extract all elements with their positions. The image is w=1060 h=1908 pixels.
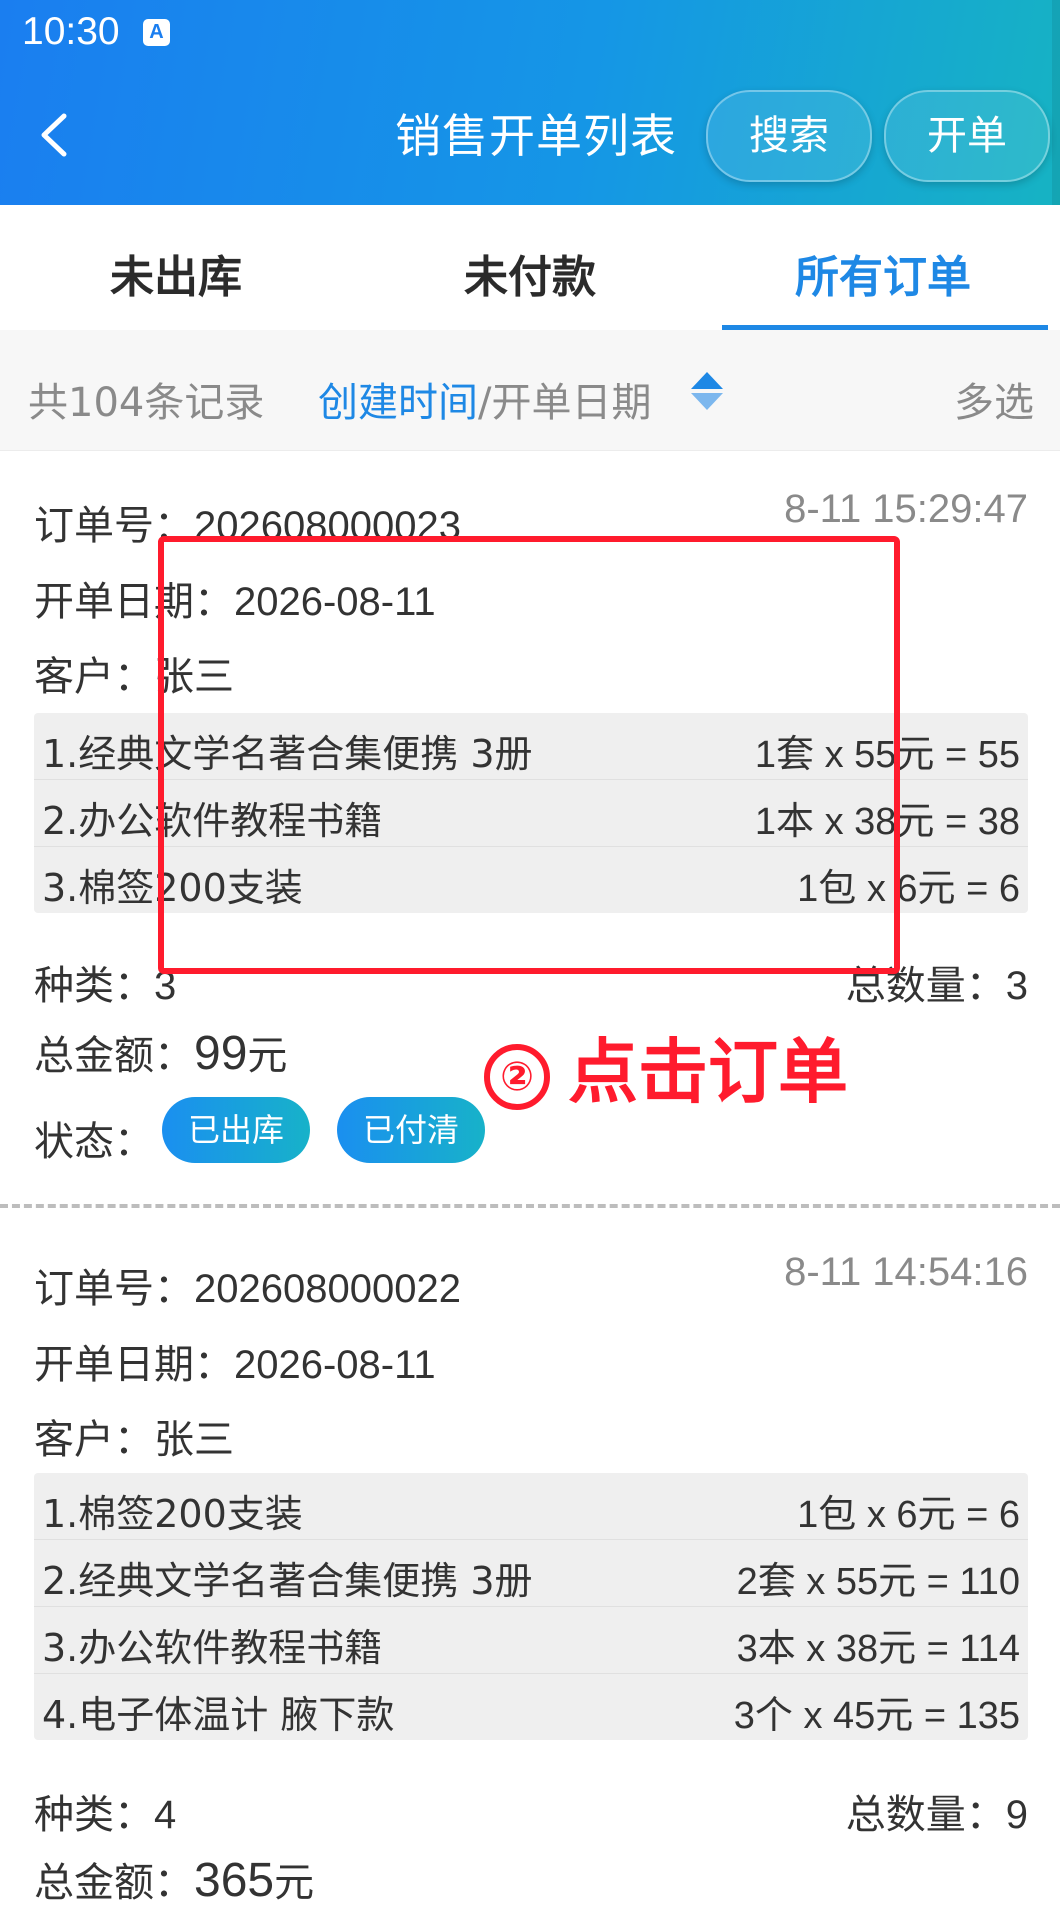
kinds-line: 种类：4 [34,1792,177,1838]
order-number: 202608000022 [194,1267,461,1311]
customer-line: 客户：张三 [34,1417,234,1463]
highlight-box [158,536,900,974]
list-item: 2.经典文学名著合集便携 3册 2套 x 55元 = 110 [34,1540,1028,1607]
sort-option-open-date[interactable]: 开单日期 [491,380,651,426]
total-amount-line: 总金额：99元 [34,1027,288,1080]
order-number-line: 订单号：202608000022 [34,1266,461,1312]
total-quantity: 9 [1005,1793,1028,1837]
amount-unit: 元 [274,1860,315,1906]
order-tabs: 未出库 未付款 所有订单 [0,205,1060,330]
list-item: 1.棉签200支装 1包 x 6元 = 6 [34,1473,1028,1540]
total-amount-line: 总金额：365元 [34,1854,315,1907]
item-list: 1.棉签200支装 1包 x 6元 = 6 2.经典文学名著合集便携 3册 2套… [34,1473,1028,1740]
notification-app-icon: A [143,19,170,46]
total-quantity: 3 [1005,964,1028,1008]
item-name: 4.电子体温计 腋下款 [42,1693,395,1737]
page-title: 销售开单列表 [395,109,677,163]
step-number: ② [484,1043,550,1110]
total-quantity-line: 总数量：9 [845,1792,1028,1838]
multi-select-button[interactable]: 多选 [954,370,1034,428]
status-time: 10:30 [22,10,120,53]
total-amount: 99 [194,1027,248,1080]
order-created-time: 8-11 15:29:47 [784,487,1028,531]
item-name: 3.办公软件教程书籍 [42,1626,383,1670]
app-header: 10:30 A 销售开单列表 搜索 开单 [0,0,1060,205]
status-badge-paid: 已付清 [337,1097,485,1163]
order-created-time: 8-11 14:54:16 [784,1250,1028,1294]
sort-selector[interactable]: 创建时间/开单日期 [318,370,651,428]
tab-unpaid[interactable]: 未付款 [464,241,596,305]
tab-all-orders[interactable]: 所有订单 [795,241,971,305]
item-calc: 1包 x 6元 = 6 [797,1494,1020,1536]
back-arrow-icon[interactable] [34,110,74,160]
order-card[interactable]: 订单号：202608000022 8-11 14:54:16 开单日期：2026… [0,1210,1060,1907]
item-calc: 3个 x 45元 = 135 [733,1695,1020,1737]
kinds-line: 种类：3 [34,963,177,1009]
tab-unshipped[interactable]: 未出库 [110,241,242,305]
status-label: 状态： [34,1119,154,1165]
card-divider [0,1204,1060,1208]
filter-bar: 共104条记录 创建时间/开单日期 多选 [0,330,1060,451]
annotation-text: 点击订单 [568,1031,848,1113]
list-item: 4.电子体温计 腋下款 3个 x 45元 = 135 [34,1674,1028,1740]
search-button[interactable]: 搜索 [706,90,872,182]
status-badge-shipped: 已出库 [162,1097,310,1163]
sort-toggle-icon[interactable] [690,370,724,412]
amount-unit: 元 [247,1033,288,1079]
item-name: 1.棉签200支装 [42,1492,303,1536]
open-date-line: 开单日期：2026-08-11 [34,1342,436,1388]
record-count: 共104条记录 [28,380,265,426]
sort-separator: / [478,380,492,426]
customer-name: 张三 [154,1417,234,1463]
scrollbar [1052,0,1060,205]
total-amount: 365 [194,1854,275,1907]
annotation-label: ② 点击订单 [484,1016,848,1117]
sort-option-created[interactable]: 创建时间 [318,380,478,426]
item-name: 2.经典文学名著合集便携 3册 [42,1559,533,1603]
item-calc: 3本 x 38元 = 114 [736,1628,1020,1670]
open-order-button[interactable]: 开单 [884,90,1050,182]
item-calc: 2套 x 55元 = 110 [736,1561,1020,1603]
list-item: 3.办公软件教程书籍 3本 x 38元 = 114 [34,1607,1028,1674]
open-date: 2026-08-11 [234,1343,436,1387]
kinds-count: 4 [154,1793,177,1837]
